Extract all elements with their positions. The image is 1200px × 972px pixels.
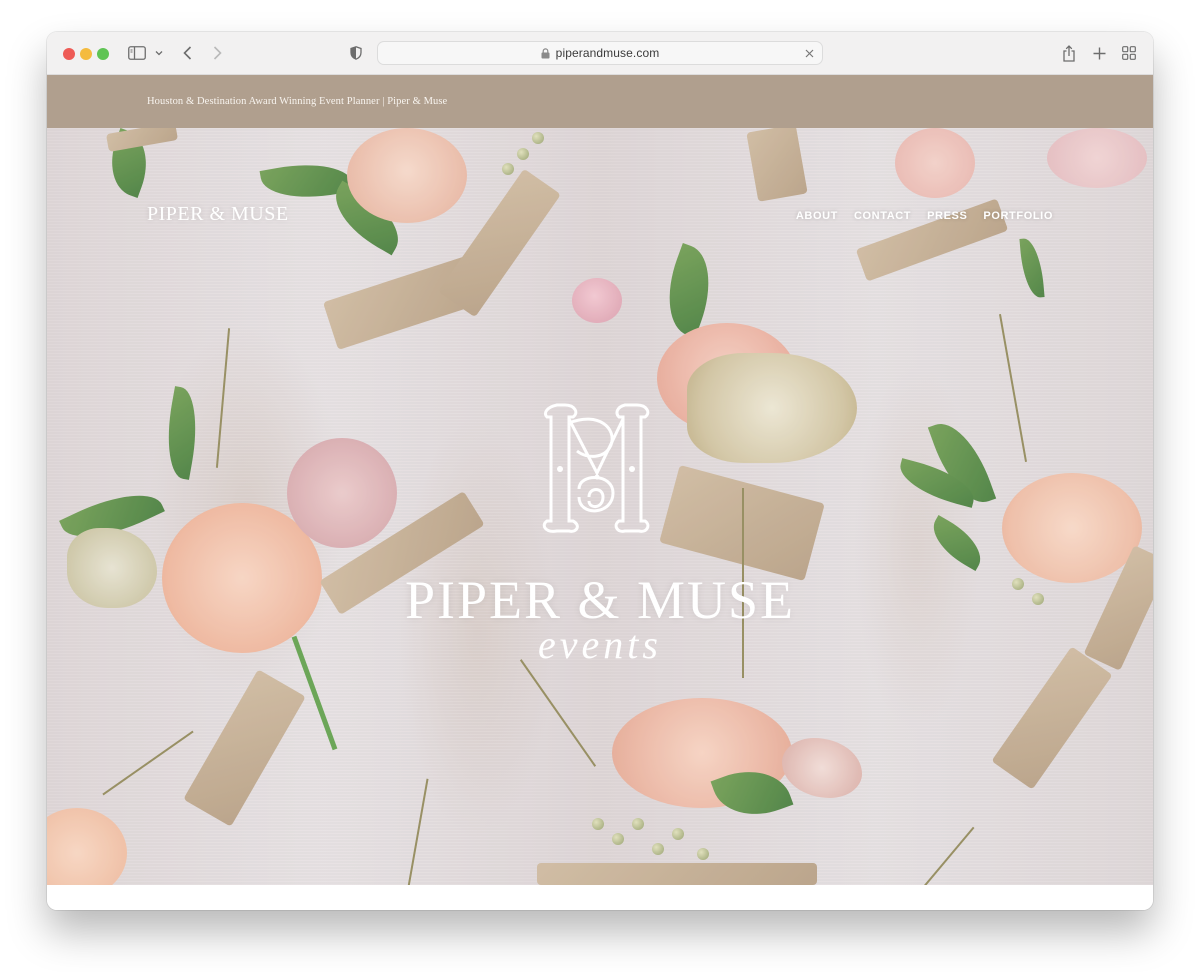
hero-section: PIPER & MUSE ABOUT CONTACT PRESS PORTFOL… xyxy=(47,128,1153,885)
announcement-text: Houston & Destination Award Winning Even… xyxy=(147,96,448,107)
sidebar-icon[interactable] xyxy=(127,42,147,64)
chevron-right-icon[interactable] xyxy=(209,42,225,64)
main-nav: ABOUT CONTACT PRESS PORTFOLIO xyxy=(796,210,1053,222)
hero-subtitle: events xyxy=(538,622,662,667)
browser-toolbar: piperandmuse.com xyxy=(47,32,1153,75)
url-text: piperandmuse.com xyxy=(555,46,660,60)
hero-title: PIPER & MUSE xyxy=(404,570,796,630)
zoom-window-button[interactable] xyxy=(97,48,109,60)
shield-icon[interactable] xyxy=(347,42,365,64)
grid-icon[interactable] xyxy=(1120,42,1138,64)
monogram-icon xyxy=(542,403,650,533)
web-page: Houston & Destination Award Winning Even… xyxy=(47,75,1153,910)
close-window-button[interactable] xyxy=(63,48,75,60)
nav-about[interactable]: ABOUT xyxy=(796,210,838,222)
nav-contact[interactable]: CONTACT xyxy=(854,210,911,222)
monogram-logo xyxy=(529,393,665,543)
close-icon[interactable] xyxy=(802,46,816,60)
lock-icon xyxy=(541,47,550,59)
browser-window: piperandmuse.com Houston & Destination A… xyxy=(47,32,1153,910)
announcement-bar: Houston & Destination Award Winning Even… xyxy=(47,75,1153,128)
site-logo[interactable]: PIPER & MUSE xyxy=(147,203,289,226)
address-bar[interactable]: piperandmuse.com xyxy=(377,41,823,65)
nav-portfolio[interactable]: PORTFOLIO xyxy=(983,210,1053,222)
plus-icon[interactable] xyxy=(1090,42,1108,64)
chevron-left-icon[interactable] xyxy=(179,42,195,64)
nav-press[interactable]: PRESS xyxy=(927,210,967,222)
share-icon[interactable] xyxy=(1060,42,1078,64)
chevron-down-icon[interactable] xyxy=(153,42,165,64)
minimize-window-button[interactable] xyxy=(80,48,92,60)
